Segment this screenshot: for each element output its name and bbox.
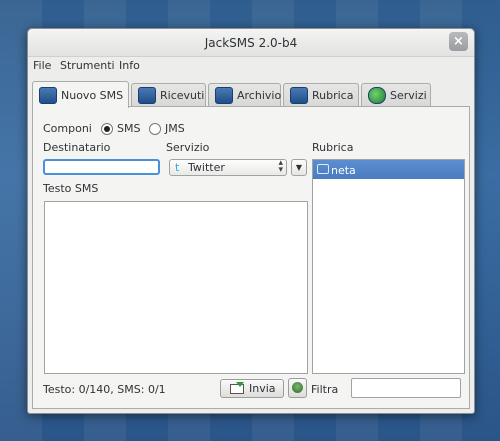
servizio-dropdown-button[interactable]: ▼ (291, 159, 307, 176)
tab-ricevuti[interactable]: Ricevuti (131, 83, 206, 106)
window-title: JackSMS 2.0-b4 (204, 36, 298, 50)
filtra-label: Filtra (311, 383, 339, 396)
tab-bar: Nuovo SMS Ricevuti Archivio Rubrica Serv… (32, 81, 452, 108)
destinatario-input[interactable] (43, 159, 160, 175)
tab-label: Archivio (237, 89, 282, 102)
contacts-button[interactable] (288, 378, 307, 398)
contact-name: neta (331, 164, 356, 177)
chat-bubble-icon (317, 164, 329, 174)
rubrica-label: Rubrica (312, 141, 354, 154)
contacts-icon (292, 382, 303, 393)
jms-radio[interactable] (149, 123, 161, 135)
menu-info[interactable]: Info (119, 59, 140, 72)
close-button[interactable]: × (449, 32, 468, 51)
tab-archivio[interactable]: Archivio (208, 83, 281, 106)
sms-radio-label[interactable]: SMS (117, 122, 140, 135)
sms-radio[interactable] (101, 123, 113, 135)
tab-label: Nuovo SMS (61, 89, 124, 102)
destinatario-label: Destinatario (43, 141, 111, 154)
menu-file[interactable]: File (33, 59, 51, 72)
send-button-label: Invia (249, 382, 276, 395)
twitter-icon: t (175, 161, 180, 174)
compose-icon (39, 87, 57, 104)
jms-radio-label[interactable]: JMS (165, 122, 185, 135)
tab-nuovo-sms[interactable]: Nuovo SMS (32, 81, 129, 108)
servizio-label: Servizio (166, 141, 210, 154)
componi-label: Componi (43, 122, 92, 135)
filter-input[interactable] (351, 378, 461, 398)
services-globe-icon (368, 87, 386, 104)
list-item[interactable]: neta (313, 160, 464, 179)
servizio-selected-value: Twitter (188, 161, 225, 174)
contacts-list[interactable]: neta (312, 159, 465, 374)
title-bar[interactable]: JackSMS 2.0-b4 × (28, 29, 474, 57)
send-button[interactable]: Invia (220, 379, 284, 398)
address-book-icon (290, 87, 308, 104)
send-envelope-icon (230, 382, 244, 394)
tab-label: Servizi (390, 89, 427, 102)
tab-label: Rubrica (312, 89, 354, 102)
inbox-icon (138, 87, 156, 104)
menu-strumenti[interactable]: Strumenti (60, 59, 115, 72)
servizio-select[interactable]: t Twitter ▴ ▾ (169, 159, 287, 176)
tab-rubrica[interactable]: Rubrica (283, 83, 359, 106)
chevron-down-icon: ▼ (295, 163, 303, 172)
compose-panel: Componi SMS JMS Destinatario Servizio Ru… (32, 106, 470, 409)
tab-label: Ricevuti (160, 89, 205, 102)
testo-sms-label: Testo SMS (43, 182, 99, 195)
app-window: JackSMS 2.0-b4 × File Strumenti Info Nuo… (27, 28, 475, 414)
archive-icon (215, 87, 233, 104)
updown-arrows-icon: ▴ ▾ (278, 158, 283, 175)
sms-text-area[interactable] (44, 201, 308, 374)
character-counter: Testo: 0/140, SMS: 0/1 (43, 383, 166, 396)
tab-servizi[interactable]: Servizi (361, 83, 431, 106)
